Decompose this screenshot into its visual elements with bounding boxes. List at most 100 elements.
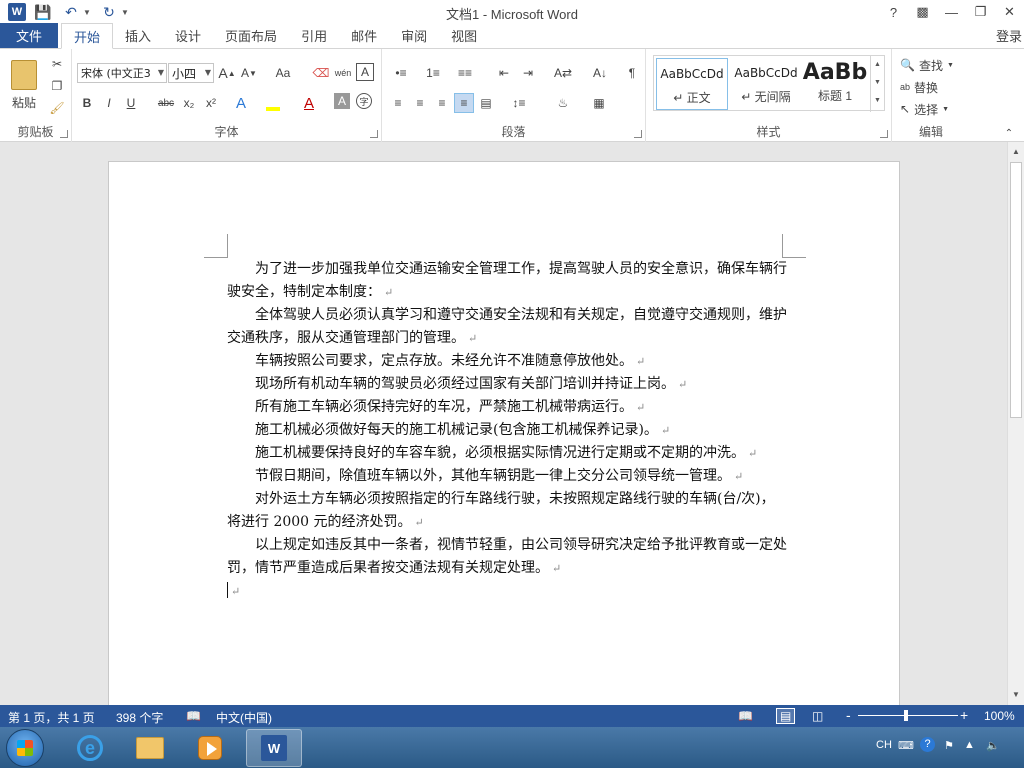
ribbon-display-options-icon[interactable]: ▩ <box>908 0 937 24</box>
tab-references[interactable]: 引用 <box>289 23 339 48</box>
shrink-font-icon[interactable]: A ▼ <box>240 63 258 83</box>
chevron-up-icon[interactable]: ▲ <box>871 56 884 74</box>
redo-icon[interactable]: ↻ <box>98 1 120 23</box>
clear-formatting-icon[interactable]: ⌫ <box>312 63 330 83</box>
character-border-button[interactable]: A <box>356 63 374 81</box>
tab-review[interactable]: 审阅 <box>389 23 439 48</box>
format-painter-icon[interactable]: 🖌 <box>48 99 66 117</box>
tab-mailings[interactable]: 邮件 <box>339 23 389 48</box>
paragraph[interactable]: 节假日期间，除值班车辆以外，其他车辆钥匙一律上交分公司领导统一管理。 ↵ <box>227 465 787 488</box>
taskbar-explorer[interactable] <box>122 729 178 767</box>
document-page[interactable]: 为了进一步加强我单位交通运输安全管理工作，提高驾驶人员的安全意识，确保车辆行驶安… <box>108 161 900 705</box>
subscript-button[interactable]: x₂ <box>180 93 198 113</box>
cut-icon[interactable]: ✂ <box>48 55 66 73</box>
show-hidden-icons[interactable]: ▲ <box>964 739 975 751</box>
minimize-button[interactable]: — <box>937 0 966 24</box>
language-indicator[interactable]: 中文(中国) <box>216 709 272 726</box>
asian-layout-icon[interactable]: A⇄ <box>550 63 576 83</box>
proofing-icon[interactable]: 📖 <box>186 709 201 723</box>
shading-icon[interactable]: ♨ <box>550 93 576 113</box>
word-count[interactable]: 398 个字 <box>116 709 163 726</box>
document-body[interactable]: 为了进一步加强我单位交通运输安全管理工作，提高驾驶人员的安全意识，确保车辆行驶安… <box>227 258 787 603</box>
text-effects-icon[interactable]: A <box>232 93 250 113</box>
font-size-combo[interactable]: 小四 ▼ <box>168 63 214 83</box>
align-center-icon[interactable]: ≡ <box>410 93 430 113</box>
chevron-down-icon[interactable]: ▼ <box>871 74 884 92</box>
taskbar-ie[interactable]: e <box>62 729 118 767</box>
tab-insert[interactable]: 插入 <box>113 23 163 48</box>
collapse-ribbon-icon[interactable]: ⌃ <box>1002 127 1016 139</box>
decrease-indent-icon[interactable]: ⇤ <box>494 63 514 83</box>
zoom-in-button[interactable]: + <box>960 707 968 723</box>
highlight-icon[interactable] <box>264 93 282 113</box>
paragraph[interactable]: 为了进一步加强我单位交通运输安全管理工作，提高驾驶人员的安全意识，确保车辆行驶安… <box>227 258 787 304</box>
underline-button[interactable]: U <box>122 93 140 113</box>
numbering-icon[interactable]: 1≡ <box>420 63 446 83</box>
tab-view[interactable]: 视图 <box>439 23 489 48</box>
style-normal[interactable]: AaBbCcDd ↵ 正文 <box>656 58 728 110</box>
undo-icon[interactable]: ↶ <box>60 1 82 23</box>
taskbar-word[interactable]: W <box>246 729 302 767</box>
scroll-thumb[interactable] <box>1010 162 1022 418</box>
paste-button[interactable]: 粘贴 <box>6 55 42 115</box>
styles-launcher-icon[interactable] <box>880 130 888 138</box>
help-button[interactable]: ? <box>879 0 908 24</box>
bullets-icon[interactable]: •≡ <box>388 63 414 83</box>
phonetic-guide-button[interactable]: wén <box>334 63 352 83</box>
show-marks-icon[interactable]: ¶ <box>622 63 642 83</box>
font-launcher-icon[interactable] <box>370 130 378 138</box>
character-shading-icon[interactable]: A <box>334 93 350 109</box>
find-button[interactable]: 🔍 查找 ▼ <box>900 55 966 75</box>
change-case-button[interactable]: Aa <box>268 63 298 83</box>
empty-paragraph[interactable]: ↵ <box>227 580 787 603</box>
align-left-icon[interactable]: ≡ <box>388 93 408 113</box>
grow-font-icon[interactable]: A ▲ <box>218 63 236 83</box>
paragraph[interactable]: 施工机械必须做好每天的施工机械记录(包含施工机械保养记录)。 ↵ <box>227 419 787 442</box>
strikethrough-button[interactable]: abc <box>154 93 178 113</box>
paragraph[interactable]: 全体驾驶人员必须认真学习和遵守交通安全法规和有关规定，自觉遵守交通规则，维护交通… <box>227 304 787 350</box>
bold-button[interactable]: B <box>78 93 96 113</box>
page-count[interactable]: 第 1 页，共 1 页 <box>8 709 95 726</box>
paragraph[interactable]: 现场所有机动车辆的驾驶员必须经过国家有关部门培训并持证上岗。 ↵ <box>227 373 787 396</box>
help-tray-icon[interactable]: ? <box>920 737 935 752</box>
restore-button[interactable]: ❐ <box>966 0 995 24</box>
more-styles-icon[interactable]: ▼ <box>871 92 884 110</box>
line-spacing-icon[interactable]: ↕≡ <box>506 93 532 113</box>
tab-layout[interactable]: 页面布局 <box>213 23 289 48</box>
web-layout-icon[interactable]: ◫ <box>812 709 823 723</box>
replace-button[interactable]: ab 替换 <box>900 77 966 97</box>
style-no-spacing[interactable]: AaBbCcDd ↵ 无间隔 <box>730 58 802 110</box>
style-heading-1[interactable]: AaBb 标题 1 <box>802 58 868 110</box>
paragraph[interactable]: 施工机械要保持良好的车容车貌，必须根据实际情况进行定期或不定期的冲洗。 ↵ <box>227 442 787 465</box>
zoom-slider-thumb[interactable] <box>904 710 908 721</box>
customize-qat-icon[interactable]: ▼ <box>120 1 130 23</box>
start-button[interactable] <box>6 729 44 767</box>
tab-file[interactable]: 文件 <box>0 23 58 48</box>
keyboard-icon[interactable]: ⌨ <box>898 739 914 752</box>
enclose-characters-icon[interactable]: 字 <box>356 93 372 109</box>
styles-gallery-scroll[interactable]: ▲ ▼ ▼ <box>870 56 884 112</box>
paragraph[interactable]: 车辆按照公司要求，定点存放。未经允许不准随意停放他处。 ↵ <box>227 350 787 373</box>
print-layout-icon[interactable]: ▤ <box>776 708 796 724</box>
scroll-up-icon[interactable]: ▲ <box>1008 144 1024 160</box>
undo-dropdown-icon[interactable]: ▼ <box>82 1 92 23</box>
word-logo-icon[interactable]: W <box>8 3 26 21</box>
font-name-combo[interactable]: 宋体 (中文正3 ▼ <box>77 63 167 83</box>
tab-home[interactable]: 开始 <box>61 23 114 49</box>
tab-design[interactable]: 设计 <box>163 23 213 48</box>
italic-button[interactable]: I <box>100 93 118 113</box>
font-color-icon[interactable]: A <box>300 93 318 113</box>
borders-icon[interactable]: ▦ <box>586 93 612 113</box>
volume-icon[interactable]: 🔈 <box>986 739 1000 752</box>
distributed-icon[interactable]: ▤ <box>476 93 496 113</box>
close-button[interactable]: ✕ <box>995 0 1024 24</box>
login-link[interactable]: 登录 <box>996 26 1022 45</box>
paragraph[interactable]: 所有施工车辆必须保持完好的车况，严禁施工机械带病运行。 ↵ <box>227 396 787 419</box>
taskbar-media-player[interactable] <box>182 729 238 767</box>
paragraph[interactable]: 以上规定如违反其中一条者，视情节轻重，由公司领导研究决定给予批评教育或一定处罚，… <box>227 534 787 580</box>
input-language[interactable]: CH <box>876 739 892 751</box>
align-right-icon[interactable]: ≡ <box>432 93 452 113</box>
paragraph-launcher-icon[interactable] <box>634 130 642 138</box>
zoom-slider[interactable] <box>858 715 958 716</box>
copy-icon[interactable]: ❐ <box>48 77 66 95</box>
